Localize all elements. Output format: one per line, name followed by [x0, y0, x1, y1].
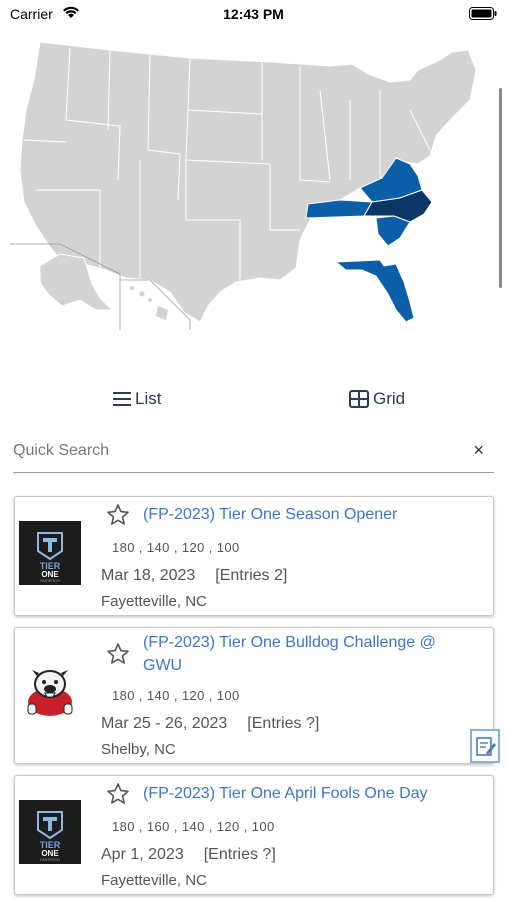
battery-icon — [469, 7, 497, 25]
edit-icon — [476, 737, 496, 756]
scrollbar[interactable] — [499, 88, 502, 288]
event-date: Mar 25 - 26, 2023 — [101, 715, 228, 732]
quick-search-bar: × — [13, 436, 494, 473]
event-date-row: Mar 25 - 26, 2023 [Entries ?] — [101, 715, 319, 733]
list-view-toggle[interactable]: List — [113, 386, 161, 412]
favorite-star-icon[interactable] — [106, 503, 130, 527]
event-entries: [Entries ?] — [247, 715, 320, 732]
svg-text:ONE: ONE — [41, 570, 59, 579]
us-map[interactable] — [0, 30, 507, 340]
event-classes: 180 , 160 , 140 , 120 , 100 — [112, 819, 275, 834]
grid-view-label: Grid — [373, 389, 406, 408]
map-state-south-carolina[interactable] — [375, 215, 411, 247]
event-location: Shelby, NC — [101, 741, 176, 758]
favorite-star-icon[interactable] — [106, 642, 130, 666]
favorite-star-icon[interactable] — [106, 782, 130, 806]
edit-notes-button[interactable] — [470, 729, 500, 763]
event-date: Mar 18, 2023 — [101, 567, 196, 584]
event-entries: [Entries ?] — [203, 846, 276, 863]
clear-search-icon[interactable]: × — [473, 440, 484, 461]
event-classes: 180 , 140 , 120 , 100 — [112, 540, 240, 555]
map-state-tennessee[interactable] — [305, 199, 373, 219]
map-state-florida[interactable] — [334, 259, 415, 323]
event-title-link[interactable]: (FP-2023) Tier One Bulldog Challenge @ G… — [143, 631, 475, 677]
tier-one-logo: TIER ONE FASTPITCH — [19, 521, 81, 585]
bulldog-logo — [19, 662, 81, 726]
quick-search-input[interactable] — [13, 436, 443, 466]
event-classes: 180 , 140 , 120 , 100 — [112, 688, 240, 703]
event-card[interactable]: TIER ONE FASTPITCH (FP-2023) Tier One Ap… — [14, 775, 494, 895]
list-view-label: List — [135, 389, 162, 408]
event-location: Fayetteville, NC — [101, 593, 207, 610]
tier-one-logo: TIER ONE FASTPITCH — [19, 800, 81, 864]
svg-text:FASTPITCH: FASTPITCH — [40, 858, 60, 862]
clock: 12:43 PM — [223, 6, 284, 22]
event-title-link[interactable]: (FP-2023) Tier One Season Opener — [143, 503, 475, 526]
grid-icon — [349, 390, 369, 408]
list-icon — [113, 392, 131, 406]
svg-text:ONE: ONE — [41, 849, 59, 858]
event-card[interactable]: (FP-2023) Tier One Bulldog Challenge @ G… — [14, 627, 494, 764]
grid-view-toggle[interactable]: Grid — [349, 386, 405, 412]
event-location: Fayetteville, NC — [101, 872, 207, 889]
svg-text:FASTPITCH: FASTPITCH — [40, 579, 60, 583]
event-card[interactable]: TIER ONE FASTPITCH (FP-2023) Tier One Se… — [14, 496, 494, 616]
status-bar: Carrier 12:43 PM — [0, 0, 507, 28]
event-date-row: Mar 18, 2023 [Entries 2] — [101, 567, 287, 585]
event-date: Apr 1, 2023 — [101, 846, 184, 863]
event-entries: [Entries 2] — [215, 567, 288, 584]
event-date-row: Apr 1, 2023 [Entries ?] — [101, 846, 276, 864]
event-title-link[interactable]: (FP-2023) Tier One April Fools One Day — [143, 782, 475, 805]
